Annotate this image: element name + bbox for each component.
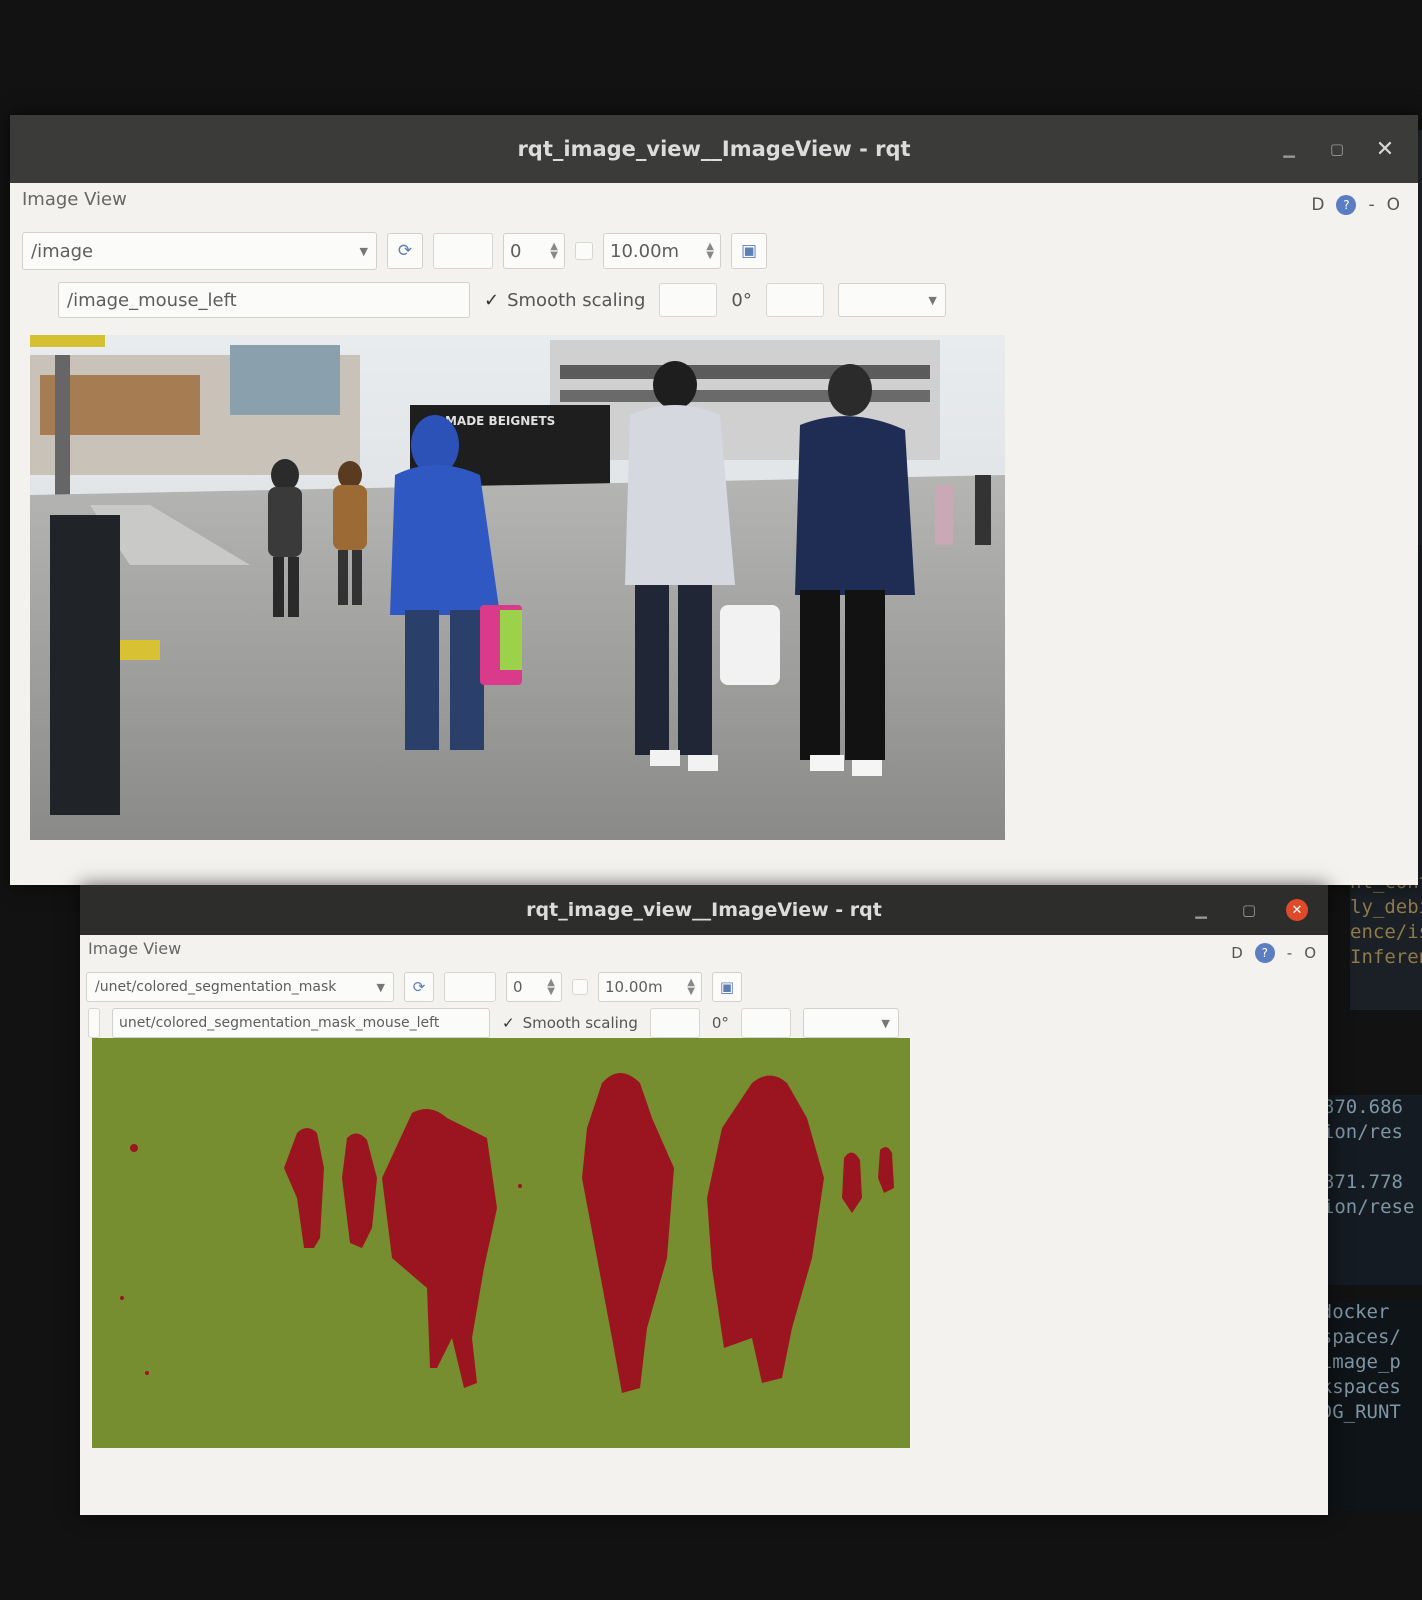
- num-gridlines-box[interactable]: [649, 1008, 700, 1038]
- camera-image[interactable]: -MADE BEIGNETS: [30, 335, 1005, 840]
- terminal-line: ly_debi: [1350, 896, 1422, 918]
- help-icon[interactable]: ?: [1336, 195, 1357, 215]
- toolbar-row-2: /image_mouse_left ✓ Smooth scaling 0° ▼: [58, 281, 946, 319]
- refresh-icon: ⟳: [397, 241, 413, 261]
- minimize-plugin-button[interactable]: -: [1368, 195, 1374, 215]
- close-button[interactable]: ✕: [1286, 899, 1308, 921]
- max-depth-spin-box[interactable]: 10.00m ▲ ▼: [603, 233, 721, 269]
- close-plugin-button[interactable]: O: [1304, 944, 1316, 962]
- mouse-topic-value: /image_mouse_left: [67, 289, 237, 311]
- max-depth-value: 10.00m: [610, 240, 680, 262]
- segmentation-mask-svg: [92, 1038, 910, 1448]
- chevron-down-icon: ▼: [376, 980, 385, 994]
- chevron-down-icon: ▼: [881, 1016, 890, 1030]
- toolbar-row-1: /unet/colored_segmentation_mask ▼ ⟳ 0 ▲ ▼…: [86, 971, 742, 1003]
- dock-button[interactable]: D: [1231, 944, 1243, 962]
- spin-arrows-icon[interactable]: ▲ ▼: [547, 978, 555, 997]
- topic-select-value: /unet/colored_segmentation_mask: [95, 979, 337, 995]
- mask-speck: [130, 1144, 138, 1152]
- topic-select[interactable]: /image ▼: [22, 232, 377, 270]
- toolbar-row-2: unet/colored_segmentation_mask_mouse_lef…: [88, 1007, 899, 1039]
- terminal-line: Inferen: [1350, 946, 1422, 968]
- chevron-down-icon: ▼: [359, 244, 368, 258]
- topic-select-value: /image: [31, 240, 94, 262]
- mask-speck: [120, 1296, 124, 1300]
- smooth-scaling-checkbox[interactable]: ✓ Smooth scaling: [484, 290, 645, 311]
- spin-arrows-icon[interactable]: ▲ ▼: [550, 242, 558, 261]
- plugin-title: Image View: [22, 189, 127, 210]
- depth-checkbox[interactable]: [572, 979, 588, 995]
- refresh-icon: ⟳: [412, 978, 426, 996]
- maximize-button[interactable]: ▢: [1326, 138, 1348, 160]
- mouse-topic-field[interactable]: unet/colored_segmentation_mask_mouse_lef…: [112, 1008, 490, 1038]
- spin-arrows-icon[interactable]: ▲ ▼: [706, 242, 714, 261]
- smooth-scaling-label: Smooth scaling: [507, 289, 646, 311]
- titlebar[interactable]: rqt_image_view__ImageView - rqt ▁ ▢ ✕: [10, 115, 1418, 183]
- spin-arrows-icon[interactable]: ▲ ▼: [687, 978, 695, 997]
- rotation-label: 0°: [711, 1014, 729, 1032]
- mask-speck: [145, 1371, 149, 1375]
- depth-checkbox[interactable]: [575, 242, 593, 260]
- toolbar-row-1: /image ▼ ⟳ 0 ▲ ▼ 10.00m ▲ ▼ ▣: [22, 231, 767, 271]
- rotation-select[interactable]: ▼: [837, 283, 946, 317]
- plugin-controls: D ? - O: [1231, 943, 1316, 963]
- camera-image-svg: -MADE BEIGNETS: [30, 335, 1005, 840]
- plugin-content: Image View D ? - O /image ▼ ⟳ 0 ▲ ▼ 10.00…: [10, 183, 1418, 885]
- rotation-box[interactable]: [740, 1008, 791, 1038]
- plugin-title: Image View: [88, 939, 182, 958]
- spin-box[interactable]: 0 ▲ ▼: [503, 233, 565, 269]
- checkmark-icon: ✓: [502, 1014, 515, 1032]
- save-icon: ▣: [719, 978, 735, 996]
- smooth-scaling-checkbox[interactable]: ✓ Smooth scaling: [502, 1014, 638, 1032]
- close-button[interactable]: ✕: [1374, 137, 1396, 162]
- plugin-controls: D ? - O: [1311, 195, 1400, 215]
- save-image-button[interactable]: ▣: [731, 233, 767, 269]
- titlebar[interactable]: rqt_image_view__ImageView - rqt ▁ ▢ ✕: [80, 885, 1328, 935]
- image-view-window-segmentation[interactable]: rqt_image_view__ImageView - rqt ▁ ▢ ✕ Im…: [80, 885, 1328, 1515]
- rotation-label: 0°: [731, 289, 752, 311]
- mouse-topic-field[interactable]: /image_mouse_left: [58, 282, 470, 318]
- chevron-down-icon: ▼: [928, 293, 937, 307]
- dock-button[interactable]: D: [1311, 195, 1324, 215]
- image-view-window-camera[interactable]: rqt_image_view__ImageView - rqt ▁ ▢ ✕ Im…: [10, 115, 1418, 885]
- minimize-plugin-button[interactable]: -: [1287, 944, 1292, 962]
- terminal-line: ence/is: [1350, 921, 1422, 943]
- topic-filter-box[interactable]: [444, 972, 496, 1002]
- save-icon: ▣: [740, 241, 758, 261]
- refresh-topics-button[interactable]: ⟳: [387, 233, 423, 269]
- num-gridlines-box[interactable]: [659, 283, 718, 317]
- spin-box[interactable]: 0 ▲ ▼: [506, 972, 562, 1002]
- spin-value: 0: [510, 240, 522, 262]
- maximize-button[interactable]: ▢: [1238, 899, 1260, 921]
- close-plugin-button[interactable]: O: [1387, 195, 1400, 215]
- max-depth-value: 10.00m: [605, 978, 663, 996]
- refresh-topics-button[interactable]: ⟳: [404, 972, 434, 1002]
- minimize-button[interactable]: ▁: [1190, 899, 1212, 921]
- mask-speck: [518, 1184, 522, 1188]
- rotation-box[interactable]: [765, 283, 824, 317]
- help-icon[interactable]: ?: [1254, 943, 1275, 963]
- rotation-select[interactable]: ▼: [802, 1008, 899, 1038]
- checkmark-icon: ✓: [484, 289, 500, 311]
- mouse-topic-value: unet/colored_segmentation_mask_mouse_lef…: [119, 1015, 440, 1031]
- smooth-scaling-label: Smooth scaling: [522, 1014, 638, 1032]
- window-title: rqt_image_view__ImageView - rqt: [526, 899, 882, 921]
- plugin-content: Image View D ? - O /unet/colored_segment…: [80, 935, 1328, 1515]
- topic-filter-box[interactable]: [433, 233, 493, 269]
- svg-text:-MADE BEIGNETS: -MADE BEIGNETS: [440, 414, 555, 428]
- save-image-button[interactable]: ▣: [712, 972, 742, 1002]
- window-title: rqt_image_view__ImageView - rqt: [517, 137, 911, 161]
- row-handle: [88, 1008, 100, 1038]
- minimize-button[interactable]: ▁: [1278, 138, 1300, 160]
- segmentation-mask-image[interactable]: [92, 1038, 910, 1448]
- max-depth-spin-box[interactable]: 10.00m ▲ ▼: [598, 972, 702, 1002]
- spin-value: 0: [513, 978, 523, 996]
- topic-select[interactable]: /unet/colored_segmentation_mask ▼: [86, 972, 394, 1002]
